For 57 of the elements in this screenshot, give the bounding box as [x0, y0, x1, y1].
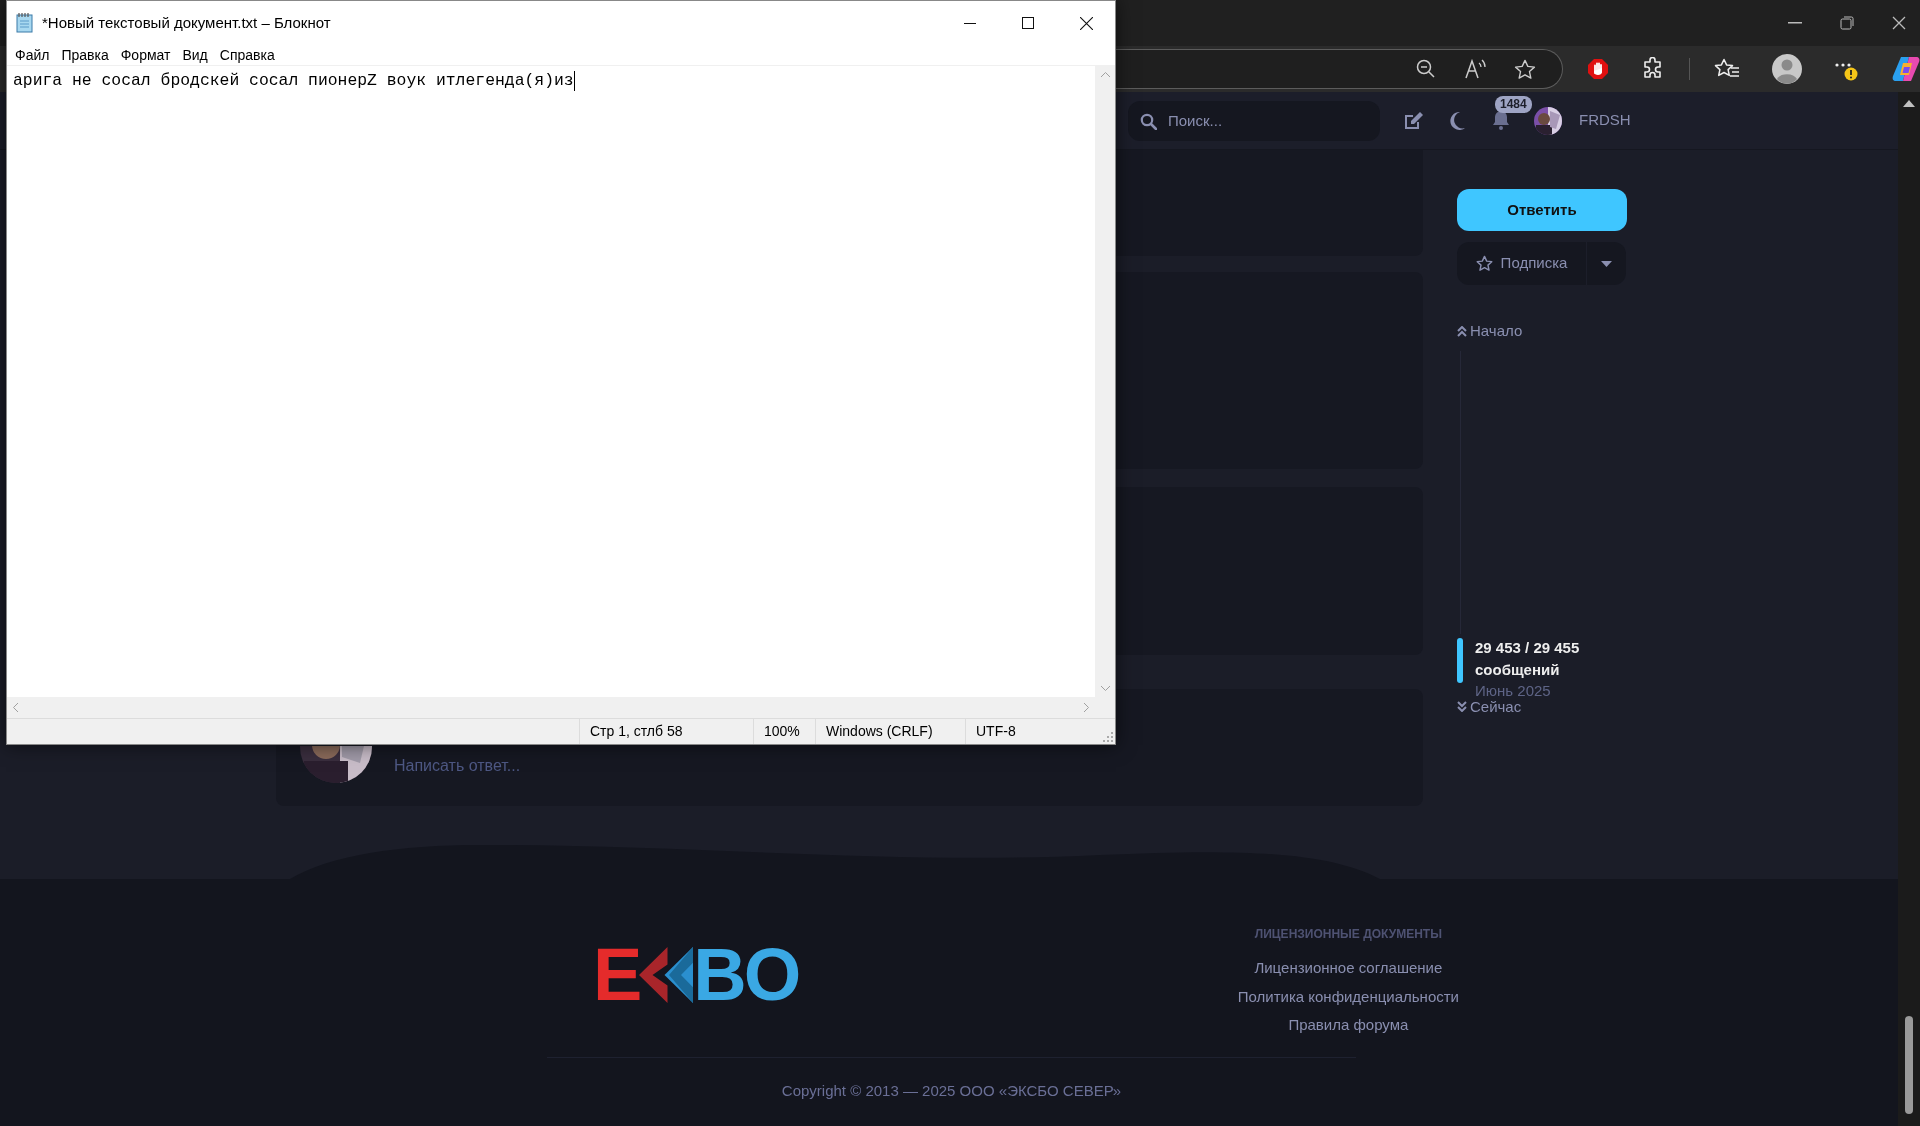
window-title: *Новый текстовый документ.txt – Блокнот [42, 12, 331, 33]
resize-grip-icon[interactable] [1103, 732, 1113, 742]
footer-link[interactable]: Правила форума [1288, 1014, 1409, 1037]
menu-item[interactable]: Вид [176, 44, 214, 66]
menu-item[interactable]: Правка [55, 44, 115, 66]
post-date: Июнь 2025 [1475, 680, 1552, 701]
copilot-icon[interactable] [1892, 55, 1920, 83]
minimize-icon [964, 22, 976, 24]
reply-button[interactable]: Ответить [1457, 189, 1627, 231]
copyright: Copyright © 2013 — 2025 ООО «ЭКСБО СЕВЕР» [781, 1080, 1122, 1101]
scroll-thumb[interactable] [1905, 1016, 1913, 1114]
menu-item[interactable]: Справка [213, 44, 281, 66]
scroll-up-icon[interactable] [1903, 100, 1915, 107]
menu-item[interactable]: Формат [114, 44, 177, 66]
timeline-handle[interactable] [1457, 637, 1463, 683]
menu-item[interactable]: Файл [9, 44, 56, 66]
search-icon [1140, 112, 1157, 130]
maximize-icon [1022, 17, 1034, 29]
username[interactable]: FRDSH [1579, 109, 1631, 132]
bell-icon[interactable] [1492, 109, 1510, 130]
close-icon[interactable] [1892, 16, 1906, 30]
document-text: арига не сосал бродскей сосал пионерZ воук итлегенда(я)из [13, 70, 574, 92]
start-link[interactable]: Начало [1457, 320, 1637, 343]
minimize-icon[interactable] [1788, 22, 1802, 24]
moon-icon[interactable] [1448, 110, 1466, 131]
logo-letter: E [593, 938, 640, 1012]
zoom-out-icon[interactable] [1416, 59, 1436, 79]
footer-link[interactable]: Политика конфиденциальности [1237, 985, 1459, 1008]
status-field: 100% [753, 719, 815, 744]
caret-icon [1601, 260, 1612, 267]
close-icon [1079, 16, 1093, 30]
star-icon [1475, 255, 1493, 272]
notepad-icon [16, 13, 34, 33]
status-field: Стр 1, стлб 58 [579, 719, 753, 744]
reply-field[interactable]: Написать ответ... [394, 754, 794, 778]
now-link[interactable]: Сейчас [1457, 698, 1637, 715]
subscribe-button[interactable]: Подписка [1457, 242, 1587, 285]
notification-badge: 1484 [1495, 95, 1532, 113]
read-aloud-icon[interactable] [1464, 59, 1486, 79]
stop-hand-icon[interactable] [1587, 58, 1609, 80]
post-position: 29 453 / 29 455 [1475, 637, 1580, 658]
star-icon[interactable] [1514, 58, 1536, 80]
profile-avatar-icon[interactable] [1772, 54, 1802, 84]
scrollbar[interactable] [1898, 92, 1920, 1126]
footer-link[interactable]: Лицензионное соглашение [1254, 957, 1443, 980]
status-field: Windows (CRLF) [815, 719, 965, 744]
double-chevron-up-icon [1457, 325, 1467, 337]
logo-chevrons-icon [639, 947, 694, 1003]
favorites-icon[interactable] [1714, 58, 1740, 80]
logo-letters: BO [693, 938, 799, 1012]
footer-heading: ЛИЦЕНЗИОННЫЕ ДОКУМЕНТЫ [1254, 926, 1442, 943]
restore-icon[interactable] [1840, 16, 1854, 30]
double-chevron-down-icon [1457, 701, 1467, 712]
edit-icon[interactable] [1403, 110, 1425, 131]
text-caret [573, 71, 575, 91]
search-field[interactable]: Поиск... [1128, 100, 1380, 141]
post-unit: сообщений [1475, 659, 1561, 680]
